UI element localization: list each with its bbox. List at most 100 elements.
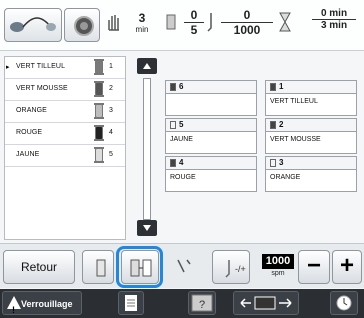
time-progress-num: 0 min	[320, 8, 348, 19]
thread-preview-icon	[10, 17, 56, 32]
spool-icon	[94, 103, 104, 119]
lock-label: Verrouillage	[21, 299, 73, 309]
page-icon	[125, 295, 137, 311]
needle-icon	[206, 12, 216, 32]
embroidery-screen: 3 min 0 5 0 1000 0 min 3 min ▸ VERT TILL…	[0, 0, 364, 318]
highlight-frame	[116, 246, 163, 288]
time-progress: 0 min 3 min	[312, 8, 356, 31]
needle-adjust-button[interactable]	[164, 250, 196, 284]
color-order-cell[interactable]: 3 ORANGE	[265, 156, 357, 192]
spool-icon	[94, 59, 104, 75]
mini-spool-icon	[170, 83, 176, 91]
scroll-down-button[interactable]	[137, 220, 157, 236]
cell-header: 6	[166, 81, 256, 94]
cell-header: 1	[266, 81, 356, 94]
speed-minus-button[interactable]: −	[298, 250, 330, 284]
color-order-cell[interactable]: 6	[165, 80, 257, 116]
bottom-strip: Verrouillage ?	[0, 289, 364, 318]
mini-spool-icon	[170, 121, 176, 129]
stitch-count-unit: min	[135, 25, 149, 34]
cell-number: 5	[179, 120, 184, 129]
scroll-track[interactable]	[143, 78, 151, 220]
mini-spool-icon	[270, 121, 276, 129]
svg-text:?: ?	[199, 299, 205, 311]
cell-header: 5	[166, 119, 256, 132]
spool-change-icon	[93, 258, 109, 278]
thread-number: 1	[109, 63, 113, 70]
color-progress-den: 5	[190, 23, 198, 37]
cell-header: 4	[166, 157, 256, 170]
spool-icon	[166, 13, 176, 31]
needle-plus-minus-button[interactable]: -/+	[212, 250, 250, 284]
cell-number: 6	[179, 82, 184, 91]
cell-color-name: VERT MOUSSE	[270, 136, 321, 143]
speed-unit: spm	[271, 270, 285, 277]
spool-icon	[94, 125, 104, 141]
hand-icon	[106, 12, 122, 32]
cell-header: 2	[266, 119, 356, 132]
spool-icon	[94, 147, 104, 163]
cell-number: 2	[279, 120, 284, 129]
spool-icon	[94, 81, 104, 97]
thread-number: 4	[109, 129, 113, 136]
thread-name: VERT TILLEUL	[16, 63, 66, 70]
stitch-progress-num: 0	[243, 8, 251, 22]
cell-color-name: ROUGE	[170, 174, 196, 181]
spool-change-button[interactable]	[82, 250, 114, 284]
help-button[interactable]: ?	[188, 291, 216, 315]
color-order-grid: 6 1 VERT TILLEUL 5 JAUNE 2 VERT MOUSSE 4 ROUGE 3 O…	[165, 80, 364, 232]
mini-spool-icon	[270, 83, 276, 91]
stitch-progress: 0 1000	[221, 8, 273, 37]
needle-adjust-icon	[175, 258, 191, 278]
retour-button[interactable]: Retour	[3, 250, 75, 284]
cell-number: 1	[279, 82, 284, 91]
thread-name: VERT MOUSSE	[16, 85, 68, 92]
list-scrollbar[interactable]	[137, 58, 158, 236]
frame-move-icon	[240, 296, 292, 310]
time-progress-den: 3 min	[320, 20, 348, 31]
thread-list-item[interactable]: JAUNE 5	[5, 145, 125, 167]
mini-spool-icon	[270, 159, 276, 167]
selection-marker: ▸	[6, 64, 10, 71]
page-icon-button[interactable]	[118, 291, 144, 315]
color-progress: 0 5	[184, 8, 204, 37]
thread-list-item[interactable]: ROUGE 4	[5, 123, 125, 145]
help-icon: ?	[191, 294, 213, 312]
color-order-cell[interactable]: 1 VERT TILLEUL	[265, 80, 357, 116]
thread-name: ORANGE	[16, 107, 47, 114]
scroll-up-button[interactable]	[137, 58, 157, 74]
color-order-cell[interactable]: 5 JAUNE	[165, 118, 257, 154]
thread-number: 3	[109, 107, 113, 114]
thread-name: ROUGE	[16, 129, 43, 136]
mini-spool-icon	[170, 159, 176, 167]
needle-plus-minus-icon: -/+	[223, 258, 253, 278]
bottom-toolbar: Retour -/+ 1000 spm − +	[0, 243, 364, 288]
color-order-cell[interactable]: 2 VERT MOUSSE	[265, 118, 357, 154]
thread-number: 2	[109, 85, 113, 92]
cell-color-name: ORANGE	[270, 174, 301, 181]
cell-color-name: VERT TILLEUL	[270, 98, 318, 105]
stitch-progress-den: 1000	[233, 23, 261, 37]
thread-preview-button[interactable]	[4, 8, 62, 42]
stop-icon	[74, 16, 94, 36]
clock-icon	[336, 295, 352, 311]
thread-list-item[interactable]: ORANGE 3	[5, 101, 125, 123]
cell-number: 3	[279, 158, 284, 167]
speed-plus-button[interactable]: +	[332, 250, 362, 284]
stitch-count: 3 min	[132, 11, 152, 34]
speed-display: 1000 spm	[262, 254, 294, 278]
stop-button[interactable]	[64, 8, 100, 42]
clock-button[interactable]	[330, 291, 358, 315]
thread-list-item[interactable]: VERT MOUSSE 2	[5, 79, 125, 101]
thread-number: 5	[109, 151, 113, 158]
hourglass-icon	[279, 12, 291, 32]
speed-value: 1000	[262, 254, 294, 269]
lock-button[interactable]: Verrouillage	[2, 291, 82, 318]
thread-name: JAUNE	[16, 151, 40, 158]
frame-move-button[interactable]	[233, 291, 299, 315]
warning-icon	[7, 296, 21, 318]
thread-list-item[interactable]: ▸ VERT TILLEUL 1	[5, 57, 125, 79]
stitch-count-value: 3	[138, 11, 146, 25]
color-order-cell[interactable]: 4 ROUGE	[165, 156, 257, 192]
cell-header: 3	[266, 157, 356, 170]
